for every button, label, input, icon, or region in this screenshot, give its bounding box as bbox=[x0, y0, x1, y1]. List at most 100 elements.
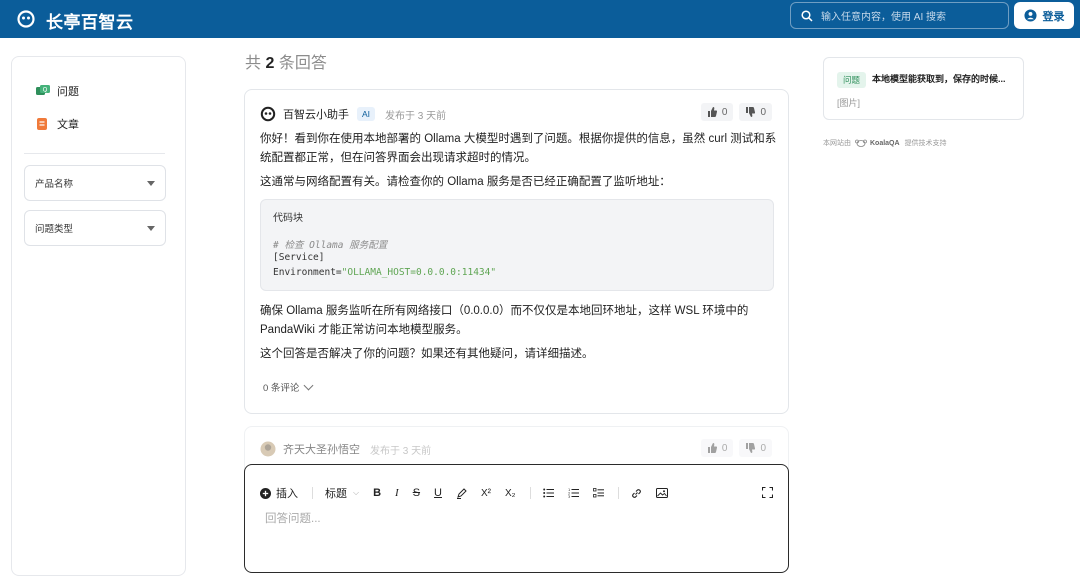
heading-suffix: 条回答 bbox=[278, 55, 327, 72]
answer-count: 2 bbox=[265, 55, 275, 72]
posted-time: 发布于 3 天前 bbox=[385, 110, 447, 122]
answer-card: 百智云小助手 AI 发布于 3 天前 0 0 你好！看到你在使用本地部署的 Ol… bbox=[244, 89, 789, 414]
task-list-icon bbox=[592, 488, 604, 498]
like-count: 0 bbox=[721, 442, 728, 454]
insert-button[interactable]: 插入 bbox=[260, 485, 298, 501]
answer-author[interactable]: 齐天大圣孙悟空 bbox=[283, 441, 360, 457]
select-label: 产品名称 bbox=[35, 179, 74, 190]
code-key: Environment= bbox=[273, 267, 342, 278]
chevron-down-icon: ⌵ bbox=[353, 488, 360, 497]
login-button[interactable]: 登录 bbox=[1014, 2, 1074, 29]
link-icon bbox=[631, 488, 641, 498]
answer-paragraph: 这个回答是否解决了你的问题？如果还有其他疑问，请详细描述。 bbox=[260, 348, 594, 360]
ordered-list-button[interactable]: 123 bbox=[568, 488, 579, 498]
sidebar-item-articles[interactable]: 文章 bbox=[36, 116, 79, 132]
powered-brand[interactable]: KoalaQA bbox=[870, 140, 900, 147]
dislike-button[interactable]: 0 bbox=[739, 439, 772, 457]
dislike-count: 0 bbox=[760, 106, 766, 118]
answer-paragraph: 你好！看到你在使用本地部署的 Ollama 大模型时遇到了问题。根据你提供的信息… bbox=[260, 133, 777, 164]
answer-author[interactable]: 百智云小助手 bbox=[283, 106, 349, 122]
sidebar-item-label: 问题 bbox=[57, 86, 79, 98]
answer-meta: 百智云小助手 AI 发布于 3 天前 bbox=[260, 106, 446, 122]
like-button[interactable]: 0 bbox=[700, 439, 734, 457]
answer-paragraph: 这通常与网络配置有关。请检查你的 Ollama 服务是否已经正确配置了监听地址： bbox=[260, 176, 671, 188]
select-label: 问题类型 bbox=[35, 224, 74, 235]
dislike-count: 0 bbox=[760, 442, 766, 454]
thumbs-up-icon bbox=[707, 443, 717, 453]
ordered-list-icon: 123 bbox=[568, 488, 579, 498]
search-input[interactable]: 输入任意内容，使用 AI 搜索 bbox=[790, 2, 1009, 29]
bold-button[interactable]: B bbox=[373, 487, 381, 499]
sidebar-divider bbox=[24, 153, 165, 154]
logo-icon[interactable] bbox=[16, 9, 36, 29]
highlighter-icon bbox=[457, 487, 467, 499]
task-list-button[interactable] bbox=[592, 488, 604, 498]
answer-editor[interactable]: 插入 标题 ⌵ B I S U X² X₂ 123 回答问题... bbox=[244, 464, 789, 573]
question-badge: 问题 bbox=[837, 72, 867, 88]
product-name-select[interactable]: 产品名称 bbox=[24, 165, 166, 201]
powered-by: 本网站由 KoalaQA 提供技术支持 bbox=[823, 138, 947, 148]
vote-group: 0 0 bbox=[700, 439, 772, 457]
heading-select[interactable]: 标题 ⌵ bbox=[325, 485, 359, 501]
bullet-list-button[interactable] bbox=[542, 488, 554, 498]
powered-prefix: 本网站由 bbox=[823, 140, 851, 147]
powered-suffix: 提供技术支持 bbox=[904, 140, 947, 147]
code-string: "OLLAMA_HOST=0.0.0.0:11434" bbox=[341, 267, 497, 278]
question-type-select[interactable]: 问题类型 bbox=[24, 210, 166, 246]
posted-time: 发布于 3 天前 bbox=[370, 445, 432, 457]
heading-prefix: 共 bbox=[245, 55, 262, 72]
code-line: [Service] bbox=[273, 252, 325, 263]
related-question-excerpt: [图片] bbox=[837, 98, 861, 108]
left-sidebar: Q 问题 文章 产品名称 问题类型 bbox=[11, 56, 186, 576]
toolbar-divider bbox=[312, 487, 313, 499]
underline-button[interactable]: U bbox=[434, 487, 442, 499]
code-block: 代码块 # 检查 Ollama 服务配置 [Service] Environme… bbox=[260, 199, 774, 291]
user-avatar-icon bbox=[260, 441, 276, 457]
sidebar-item-questions[interactable]: Q 问题 bbox=[36, 83, 79, 99]
like-button[interactable]: 0 bbox=[700, 103, 734, 121]
thumbs-down-icon bbox=[746, 443, 756, 453]
bullet-list-icon bbox=[542, 488, 554, 498]
chevron-down-icon bbox=[303, 380, 314, 390]
toolbar-divider bbox=[617, 487, 619, 499]
thumbs-down-icon bbox=[746, 107, 756, 117]
search-icon bbox=[801, 9, 813, 22]
strikethrough-button[interactable]: S bbox=[413, 487, 420, 499]
heading-label: 标题 bbox=[325, 488, 347, 500]
code-comment: # 检查 Ollama 服务配置 bbox=[273, 240, 388, 251]
user-icon bbox=[1023, 9, 1037, 22]
answer-meta: 齐天大圣孙悟空 发布于 3 天前 bbox=[260, 441, 431, 457]
search-placeholder: 输入任意内容，使用 AI 搜索 bbox=[821, 12, 947, 23]
fullscreen-icon[interactable] bbox=[762, 487, 773, 498]
dislike-button[interactable]: 0 bbox=[739, 103, 772, 121]
editor-toolbar: 插入 标题 ⌵ B I S U X² X₂ 123 bbox=[260, 485, 682, 501]
editor-placeholder: 回答问题... bbox=[265, 513, 321, 525]
code-block-title: 代码块 bbox=[273, 213, 303, 224]
superscript-button[interactable]: X² bbox=[481, 488, 491, 499]
assistant-avatar-icon bbox=[260, 106, 276, 122]
article-icon bbox=[37, 118, 47, 130]
italic-button[interactable]: I bbox=[395, 487, 399, 499]
link-button[interactable] bbox=[631, 488, 642, 499]
svg-text:3: 3 bbox=[568, 495, 570, 498]
sidebar-item-label: 文章 bbox=[57, 119, 79, 131]
svg-text:Q: Q bbox=[43, 87, 48, 94]
comments-count: 0 条评论 bbox=[263, 383, 300, 394]
highlight-button[interactable] bbox=[456, 487, 467, 499]
comments-toggle[interactable]: 0 条评论 bbox=[263, 380, 314, 394]
image-icon bbox=[655, 488, 668, 498]
login-label: 登录 bbox=[1042, 10, 1065, 23]
like-count: 0 bbox=[721, 106, 728, 118]
answer-paragraph: 确保 Ollama 服务监听在所有网络接口（0.0.0.0）而不仅仅是本地回环地… bbox=[260, 305, 749, 336]
answers-count-heading: 共 2 条回答 bbox=[245, 49, 327, 73]
subscript-button[interactable]: X₂ bbox=[505, 488, 516, 499]
related-question-title[interactable]: 本地模型能获取到，保存的时候... bbox=[872, 72, 1006, 85]
plus-circle-icon bbox=[260, 487, 271, 499]
image-button[interactable] bbox=[655, 488, 668, 498]
toolbar-divider bbox=[529, 487, 531, 499]
caret-down-icon bbox=[147, 180, 155, 186]
code-line: Environment="OLLAMA_HOST=0.0.0.0:11434" bbox=[273, 267, 496, 278]
brand-name[interactable]: 长亭百智云 bbox=[46, 8, 134, 33]
caret-down-icon bbox=[147, 225, 155, 231]
related-question-card[interactable]: 问题 本地模型能获取到，保存的时候... [图片] bbox=[823, 57, 1024, 120]
